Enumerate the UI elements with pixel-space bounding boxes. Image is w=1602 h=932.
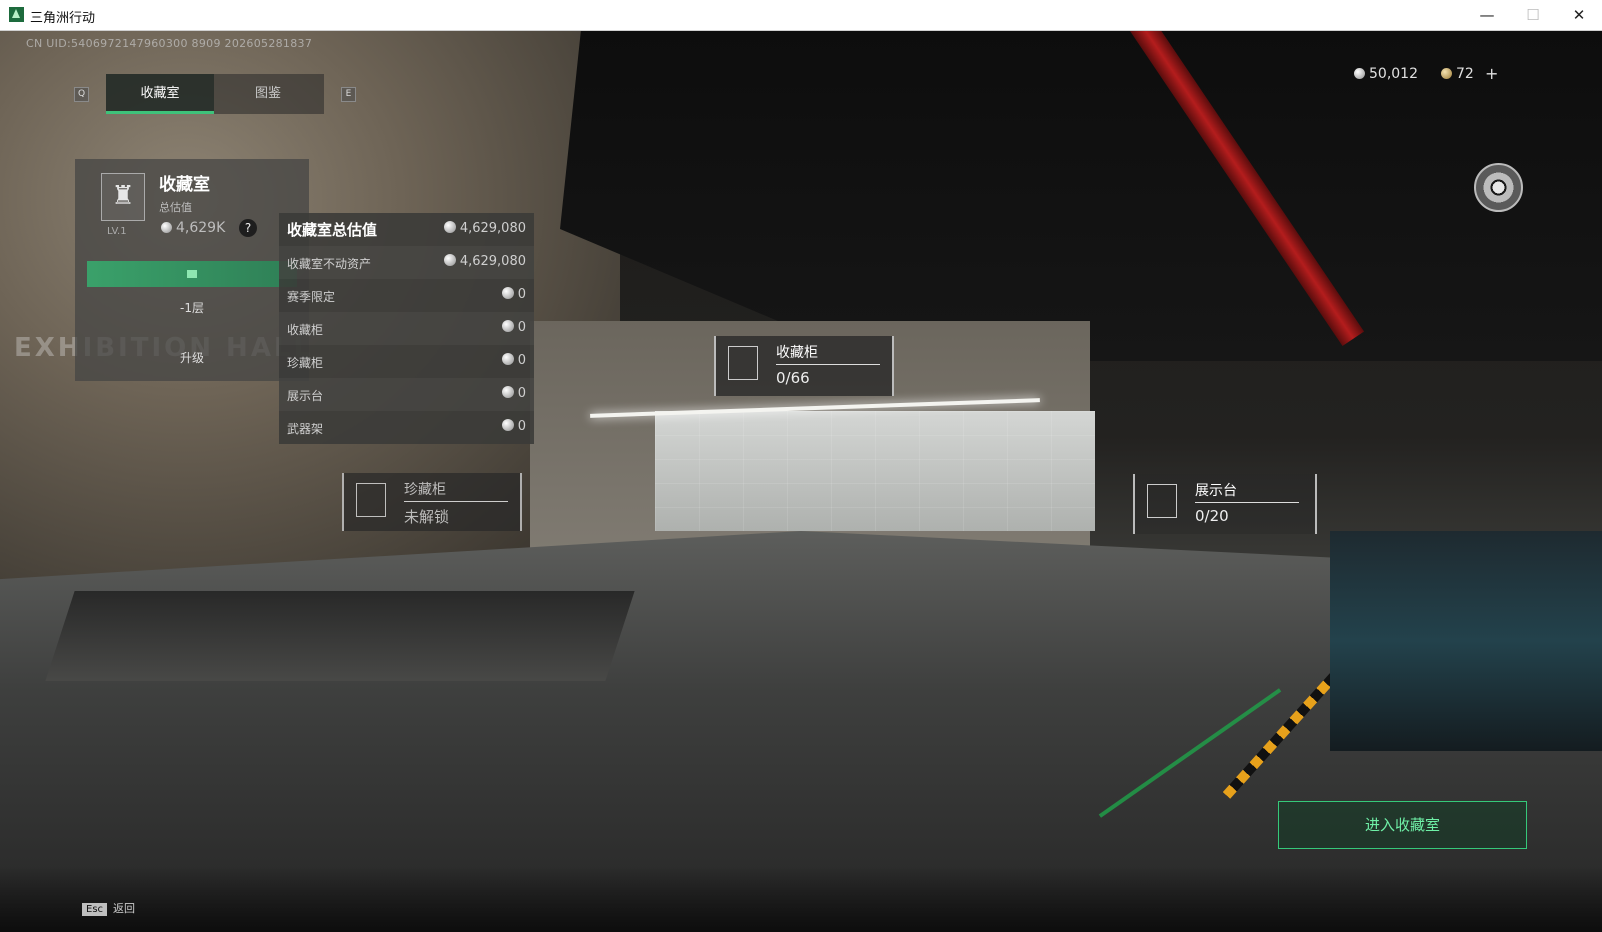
cabinet-count: 0/66 [776, 369, 810, 387]
silver-coin-icon [161, 222, 172, 233]
floor-pit [45, 591, 635, 681]
value-row-rare-cabinet: 珍藏柜 0 [287, 353, 526, 370]
gold-amount: 72 [1456, 66, 1474, 82]
silver-coin-icon [501, 353, 514, 365]
divider [1195, 502, 1299, 503]
back-label: 返回 [113, 902, 136, 915]
disc-icon[interactable] [1474, 163, 1523, 212]
rare-cabinet-icon [356, 483, 386, 517]
divider [404, 501, 508, 502]
rare-cabinet-marker[interactable]: 珍藏柜 未解锁 [342, 473, 522, 531]
silver-coin-icon [1354, 68, 1365, 79]
value-row-weapon-rack: 武器架 0 [287, 419, 526, 436]
display-stand-title: 展示台 [1195, 483, 1237, 499]
cabinet-icon [728, 346, 758, 380]
cabinet-title: 收藏柜 [776, 345, 818, 361]
room-progress-bar [87, 261, 297, 287]
silver-coin-icon [443, 254, 456, 266]
silver-coin-icon [501, 287, 514, 299]
display-stand-icon [1147, 484, 1177, 518]
rare-cabinet-title: 珍藏柜 [404, 482, 446, 498]
value-row-season: 赛季限定 0 [287, 287, 526, 304]
total-value: 4,629K [161, 220, 225, 236]
back-hint[interactable]: Esc 返回 [82, 900, 135, 916]
enter-collection-room-button[interactable]: 进入收藏室 [1278, 801, 1527, 849]
room-card: ♜ LV.1 收藏室 总估值 4,629K ? -1层 升级 [75, 159, 309, 381]
locker-wall [655, 411, 1095, 531]
display-stand-marker[interactable]: 展示台 0/20 [1133, 474, 1317, 534]
total-value-label: 总估值 [159, 201, 192, 214]
close-button[interactable]: ✕ [1556, 0, 1602, 31]
divider [776, 364, 880, 365]
silver-coin-icon [501, 419, 514, 431]
bottom-bar [0, 866, 1602, 932]
cabinet-marker[interactable]: 收藏柜 0/66 [714, 336, 894, 396]
help-icon[interactable]: ? [239, 219, 257, 237]
value-row-display-stand: 展示台 0 [279, 378, 534, 411]
tab-collection-room[interactable]: 收藏室 [106, 74, 214, 114]
key-hint-e: E [341, 87, 356, 102]
key-hint-q: Q [74, 87, 89, 102]
value-row-total: 收藏室总估值 4,629,080 [287, 221, 526, 239]
gold-coin-icon [1441, 68, 1452, 79]
value-row-cabinet: 收藏柜 0 [279, 312, 534, 345]
esc-key: Esc [82, 903, 108, 916]
value-breakdown-panel: 收藏室总估值 4,629,080 收藏室不动资产 4,629,080 赛季限定 … [279, 213, 534, 444]
value-row-fixed-assets: 收藏室不动资产 4,629,080 [279, 246, 534, 279]
silver-amount: 50,012 [1369, 66, 1418, 82]
tab-bar: 收藏室 图鉴 [106, 74, 324, 114]
player-uid: CN UID:5406972147960300 8909 20260528183… [26, 37, 313, 50]
silver-coin-icon [501, 386, 514, 398]
silver-coin-icon [443, 221, 456, 233]
silver-currency: 50,012 [1354, 66, 1418, 84]
upgrade-button[interactable]: 升级 [75, 349, 309, 366]
display-stand-count: 0/20 [1195, 507, 1229, 525]
trophy-cabinet-icon: ♜ [101, 173, 145, 221]
tab-codex[interactable]: 图鉴 [214, 74, 322, 114]
gold-currency: 72 [1441, 66, 1474, 84]
maximize-button[interactable]: ☐ [1510, 0, 1556, 31]
room-name: 收藏室 [159, 175, 210, 195]
equipment-area [1330, 531, 1602, 751]
rare-cabinet-status: 未解锁 [404, 508, 450, 526]
add-currency-button[interactable]: + [1485, 64, 1498, 83]
app-icon [9, 7, 24, 22]
room-floor-label: -1层 [180, 301, 204, 315]
silver-coin-icon [501, 320, 514, 332]
window-titlebar: 三角洲行动 — ☐ ✕ [0, 0, 1602, 31]
minimize-button[interactable]: — [1464, 0, 1510, 31]
room-level: LV.1 [107, 226, 127, 237]
window-title: 三角洲行动 [30, 11, 96, 26]
